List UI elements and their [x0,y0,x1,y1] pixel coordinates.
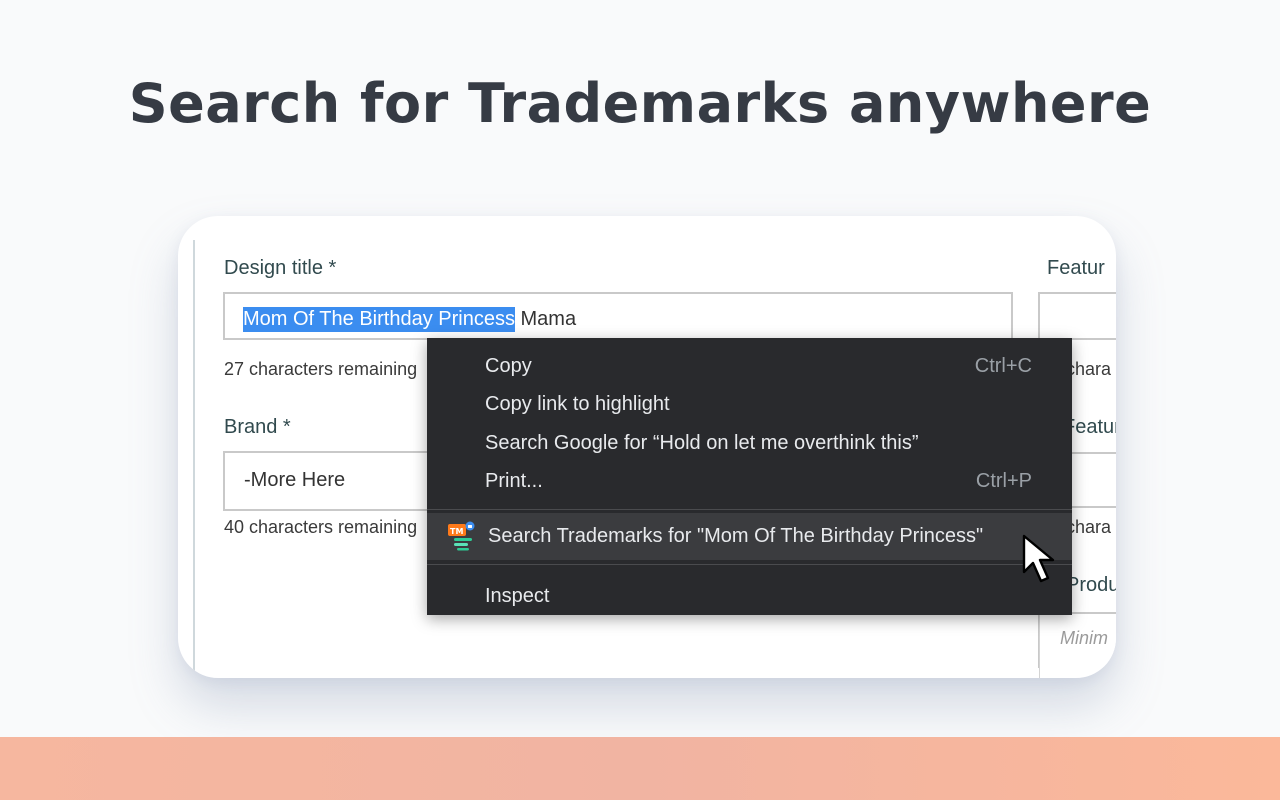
menu-item-copy[interactable]: Copy Ctrl+C [427,348,1072,386]
feature-hint-2: chara [1066,517,1112,537]
trademark-extension-icon: TM [448,521,475,551]
menu-item-search-google[interactable]: Search Google for “Hold on let me overth… [427,425,1072,463]
brand-value: -More Here [244,469,346,491]
brand-label: Brand * [224,416,291,438]
brand-hint: 40 characters remaining [224,517,418,537]
menu-item-label: Search Trademarks for "Mom Of The Birthd… [488,525,984,547]
menu-item-label: Copy link to highlight [485,393,670,415]
context-menu: Copy Ctrl+C Copy link to highlight Searc… [427,338,1072,615]
bottom-color-band [0,737,1280,800]
feature-hint-1: chara [1066,359,1112,379]
shortcut-label: Ctrl+P [975,470,1032,492]
product-label: Product [1066,574,1116,596]
design-title-input[interactable]: Mom Of The Birthday Princess Mama [223,292,1013,340]
headline: Search for Trademarks anywhere [128,72,1152,135]
svg-text:TM: TM [450,527,463,536]
menu-item-label: Copy [485,355,532,377]
menu-item-label: Inspect [485,585,550,607]
menu-item-inspect[interactable]: Inspect [427,578,1072,616]
mouse-cursor-icon [1022,534,1055,583]
menu-item-copy-link[interactable]: Copy link to highlight [427,386,1072,424]
selected-text: Mom Of The Birthday Princess [243,307,515,332]
menu-item-search-trademarks[interactable]: TM Search Trademarks for "Mom Of The Bir… [427,513,1072,560]
design-title-hint: 27 characters remaining [224,359,418,379]
menu-separator [427,509,1072,510]
design-title-rest: Mama [514,308,577,330]
feature-label-1: Featur [1047,257,1105,279]
left-divider [193,240,195,678]
design-title-label: Design title * [224,257,337,279]
menu-item-label: Search Google for “Hold on let me overth… [485,432,919,454]
minimum-hint: Minim [1060,628,1108,648]
menu-item-label: Print... [485,470,543,492]
shortcut-label: Ctrl+C [974,355,1032,377]
feature-input-1[interactable] [1038,292,1116,340]
menu-item-print[interactable]: Print... Ctrl+P [427,463,1072,501]
menu-separator [427,564,1072,565]
